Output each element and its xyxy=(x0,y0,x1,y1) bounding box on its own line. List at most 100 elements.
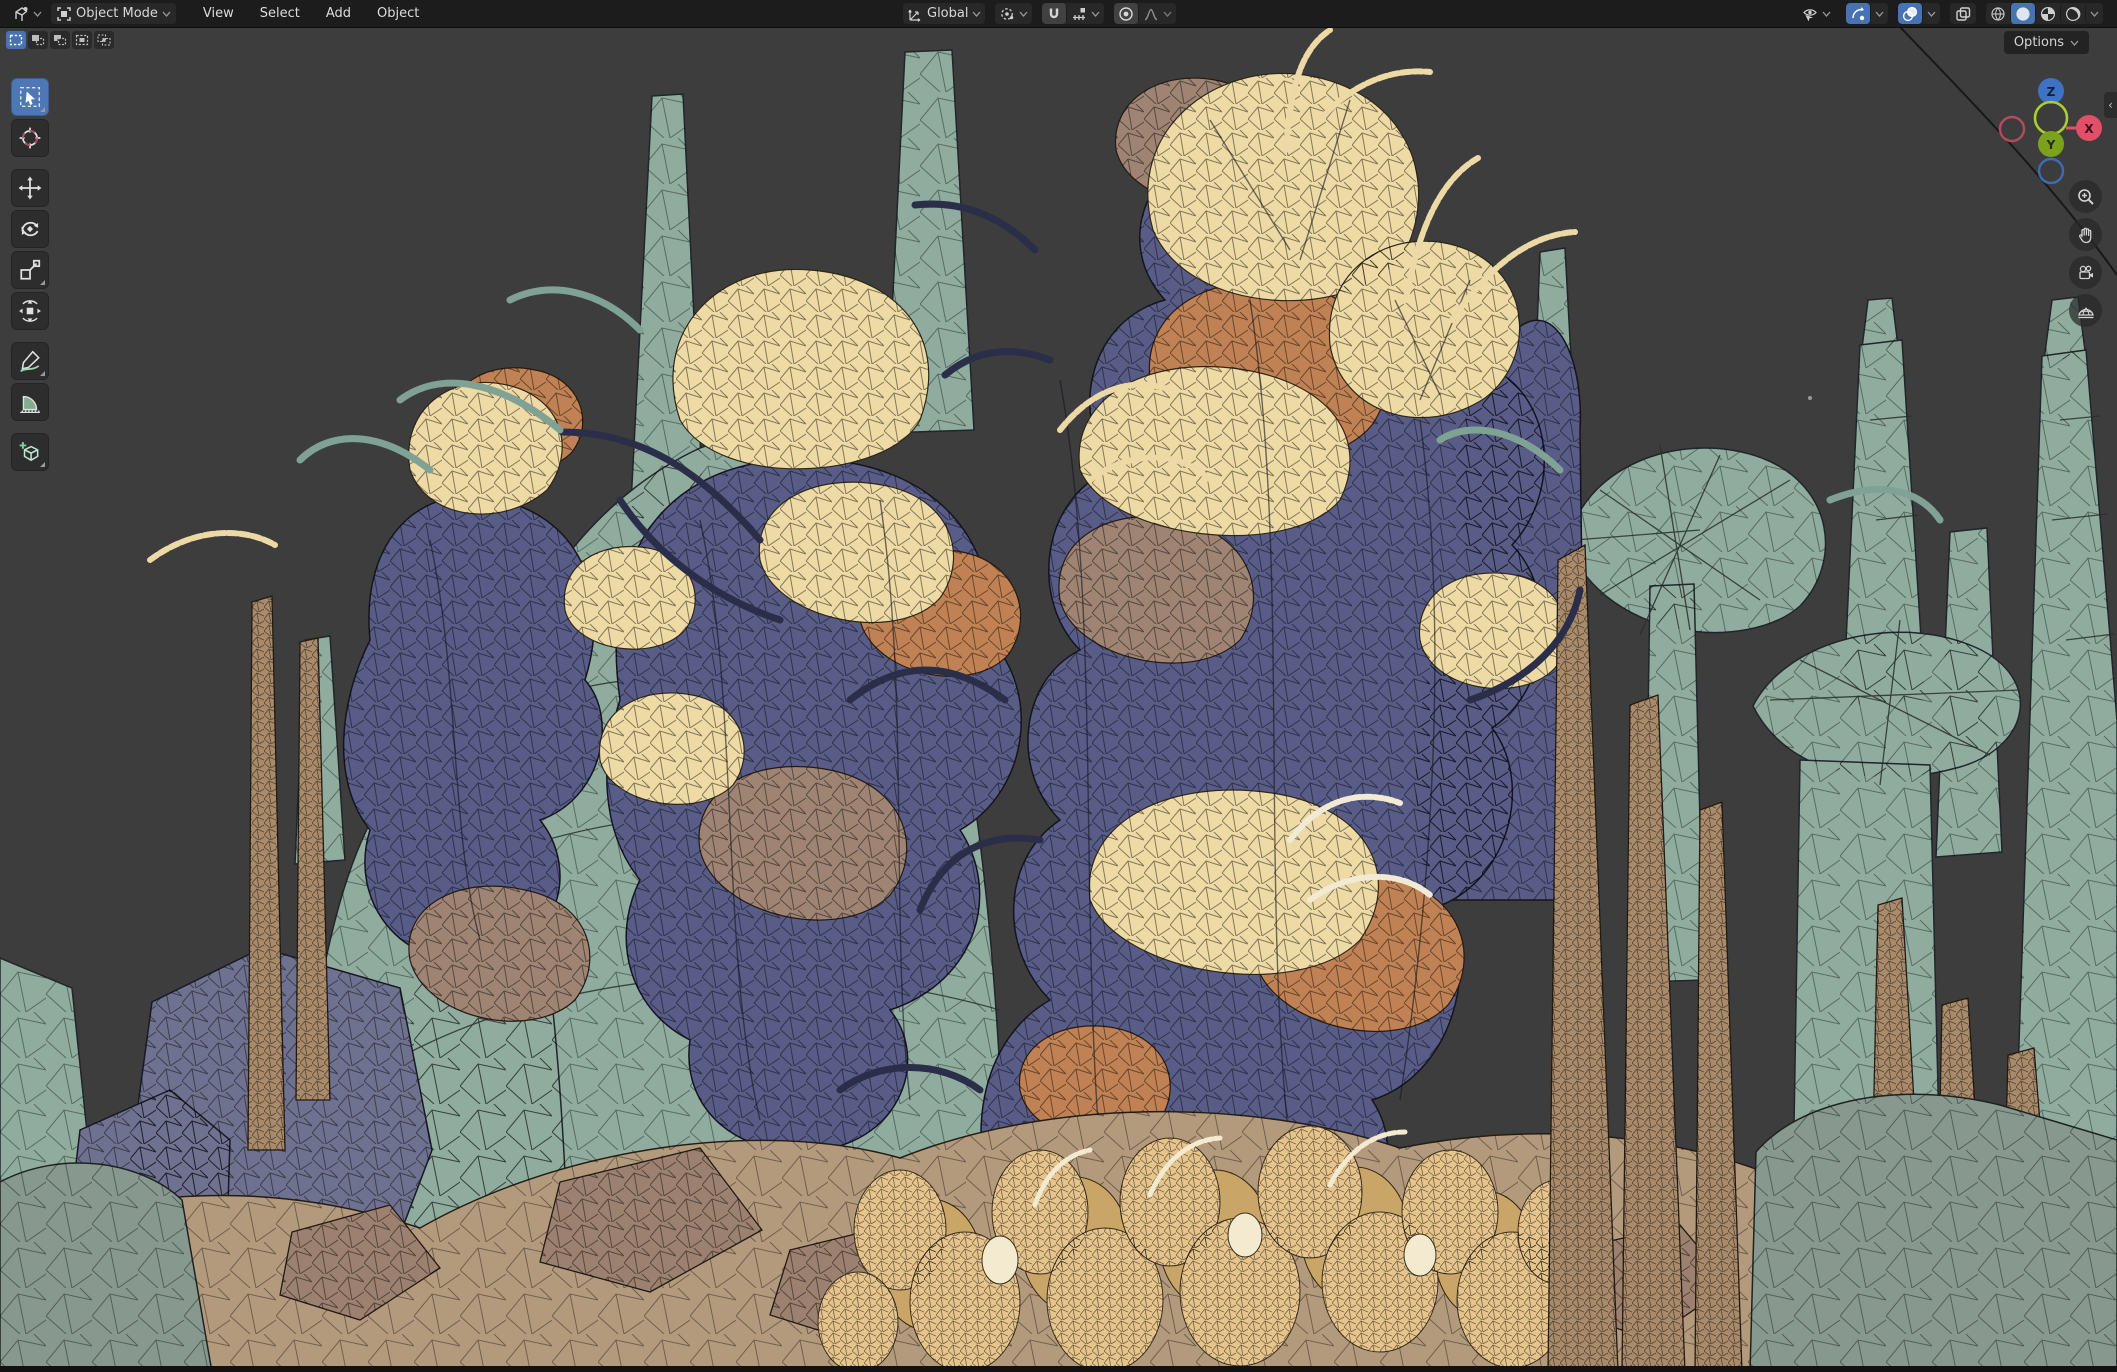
tool-annotate[interactable] xyxy=(11,342,49,380)
measure-tool-icon xyxy=(18,390,42,414)
overlays-circles-icon xyxy=(1902,6,1918,22)
shading-mode-group xyxy=(1986,3,2103,24)
snap-increment-icon xyxy=(1071,6,1087,22)
rendered-shading-icon xyxy=(2065,6,2081,22)
add-cube-icon xyxy=(18,440,42,464)
stray-vertex-dot xyxy=(1808,396,1812,400)
rotate-tool-icon xyxy=(18,217,42,241)
pivot-median-point-icon xyxy=(999,6,1015,22)
camera-icon xyxy=(2077,264,2095,282)
select-invert-icon xyxy=(75,34,89,46)
chevron-down-icon xyxy=(2070,40,2079,46)
orientation-axes-icon xyxy=(907,6,923,22)
select-extend-icon xyxy=(31,34,45,46)
select-intersect-icon xyxy=(97,34,111,46)
shading-settings-dropdown[interactable] xyxy=(2085,3,2103,24)
options-label: Options xyxy=(2014,35,2064,50)
viewport-bottom-edge xyxy=(0,1366,2117,1372)
tool-cursor[interactable] xyxy=(11,119,49,157)
transform-orientation-dropdown[interactable]: Global xyxy=(903,3,985,24)
shading-rendered-button[interactable] xyxy=(2060,3,2085,24)
chevron-down-icon xyxy=(1822,11,1831,17)
chevron-down-icon xyxy=(972,11,981,17)
orthographic-grid-icon xyxy=(2077,302,2095,320)
zoom-magnifier-icon xyxy=(2077,188,2095,206)
subtool-indicator xyxy=(40,107,45,112)
viewport-header: Object Mode View Select Add Object Globa… xyxy=(0,0,2117,28)
tool-measure[interactable] xyxy=(11,383,49,421)
annotate-pencil-icon xyxy=(18,349,42,373)
chevron-down-icon xyxy=(1091,11,1100,17)
gizmo-axis-z-negative[interactable] xyxy=(2039,159,2063,183)
shading-material-button[interactable] xyxy=(2035,3,2060,24)
material-preview-shading-icon xyxy=(2040,6,2056,22)
tool-move[interactable] xyxy=(11,169,49,207)
collapse-arrow-glyph: ‹ xyxy=(2108,98,2113,112)
select-set-icon xyxy=(9,34,23,46)
3d-viewport-editor-icon xyxy=(13,6,29,22)
options-dropdown[interactable]: Options xyxy=(2004,31,2089,54)
tool-add-cube[interactable] xyxy=(11,433,49,471)
gizmo-view-ring[interactable] xyxy=(2035,102,2067,134)
hand-pan-icon xyxy=(2077,226,2095,244)
wireframe-shading-icon xyxy=(1990,6,2006,22)
chevron-down-icon xyxy=(33,11,42,17)
gizmo-y-label: Y xyxy=(2046,138,2056,152)
toggle-orthographic-button[interactable] xyxy=(2069,294,2102,327)
tool-rotate[interactable] xyxy=(11,210,49,248)
navigation-gizmo[interactable]: Z X Y xyxy=(1988,58,2114,184)
orientation-label: Global xyxy=(927,3,968,24)
menu-object[interactable]: Object xyxy=(366,3,430,24)
pan-button[interactable] xyxy=(2069,218,2102,251)
gizmo-settings-dropdown[interactable] xyxy=(1870,3,1888,24)
show-gizmo-toggle[interactable] xyxy=(1846,3,1870,24)
overlays-settings-dropdown[interactable] xyxy=(1922,3,1940,24)
gizmo-z-label: Z xyxy=(2047,85,2056,99)
move-tool-icon xyxy=(18,176,42,200)
subtool-indicator xyxy=(40,280,45,285)
select-box-icon xyxy=(18,85,42,109)
mode-label: Object Mode xyxy=(76,3,158,24)
select-mode-intersect[interactable] xyxy=(94,31,114,49)
snap-toggle-button[interactable] xyxy=(1042,3,1066,24)
tool-select-box[interactable] xyxy=(11,78,49,116)
toggle-xray-button[interactable] xyxy=(1950,3,1976,24)
editor-type-selector[interactable] xyxy=(8,3,47,24)
select-mode-set[interactable] xyxy=(6,31,26,49)
menu-add[interactable]: Add xyxy=(315,3,362,24)
select-mode-subtract[interactable] xyxy=(50,31,70,49)
gizmo-axis-x-negative[interactable] xyxy=(2000,117,2024,141)
subtool-indicator xyxy=(40,462,45,467)
shading-wireframe-button[interactable] xyxy=(1986,3,2010,24)
tool-scale[interactable] xyxy=(11,251,49,289)
magnet-icon xyxy=(1046,6,1062,22)
show-overlays-toggle[interactable] xyxy=(1898,3,1922,24)
chevron-down-icon xyxy=(162,11,171,17)
chevron-down-icon xyxy=(1163,11,1172,17)
chevron-down-icon xyxy=(1927,11,1936,17)
camera-view-button[interactable] xyxy=(2069,256,2102,289)
proportional-editing-toggle[interactable] xyxy=(1114,3,1138,24)
menu-view[interactable]: View xyxy=(192,3,245,24)
select-mode-row xyxy=(6,31,114,49)
transform-tool-icon xyxy=(18,299,42,323)
shading-solid-button[interactable] xyxy=(2010,3,2035,24)
viewport-scene[interactable] xyxy=(0,0,2117,1372)
menu-select[interactable]: Select xyxy=(249,3,311,24)
tool-shelf xyxy=(11,78,49,474)
select-mode-extend[interactable] xyxy=(28,31,48,49)
gizmo-x-label: X xyxy=(2084,122,2094,136)
mode-dropdown[interactable]: Object Mode xyxy=(51,3,176,24)
proportional-falloff-dropdown[interactable] xyxy=(1138,3,1176,24)
proportional-editing-icon xyxy=(1118,6,1134,22)
scale-tool-icon xyxy=(18,258,42,282)
object-type-visibility-dropdown[interactable] xyxy=(1797,3,1836,24)
snap-settings-dropdown[interactable] xyxy=(1066,3,1104,24)
zoom-button[interactable] xyxy=(2069,180,2102,213)
select-subtract-icon xyxy=(53,34,67,46)
sidebar-collapse-arrow[interactable]: ‹ xyxy=(2104,92,2117,118)
chevron-down-icon xyxy=(2090,11,2099,17)
tool-transform[interactable] xyxy=(11,292,49,330)
select-mode-invert[interactable] xyxy=(72,31,92,49)
pivot-point-dropdown[interactable] xyxy=(995,3,1032,24)
